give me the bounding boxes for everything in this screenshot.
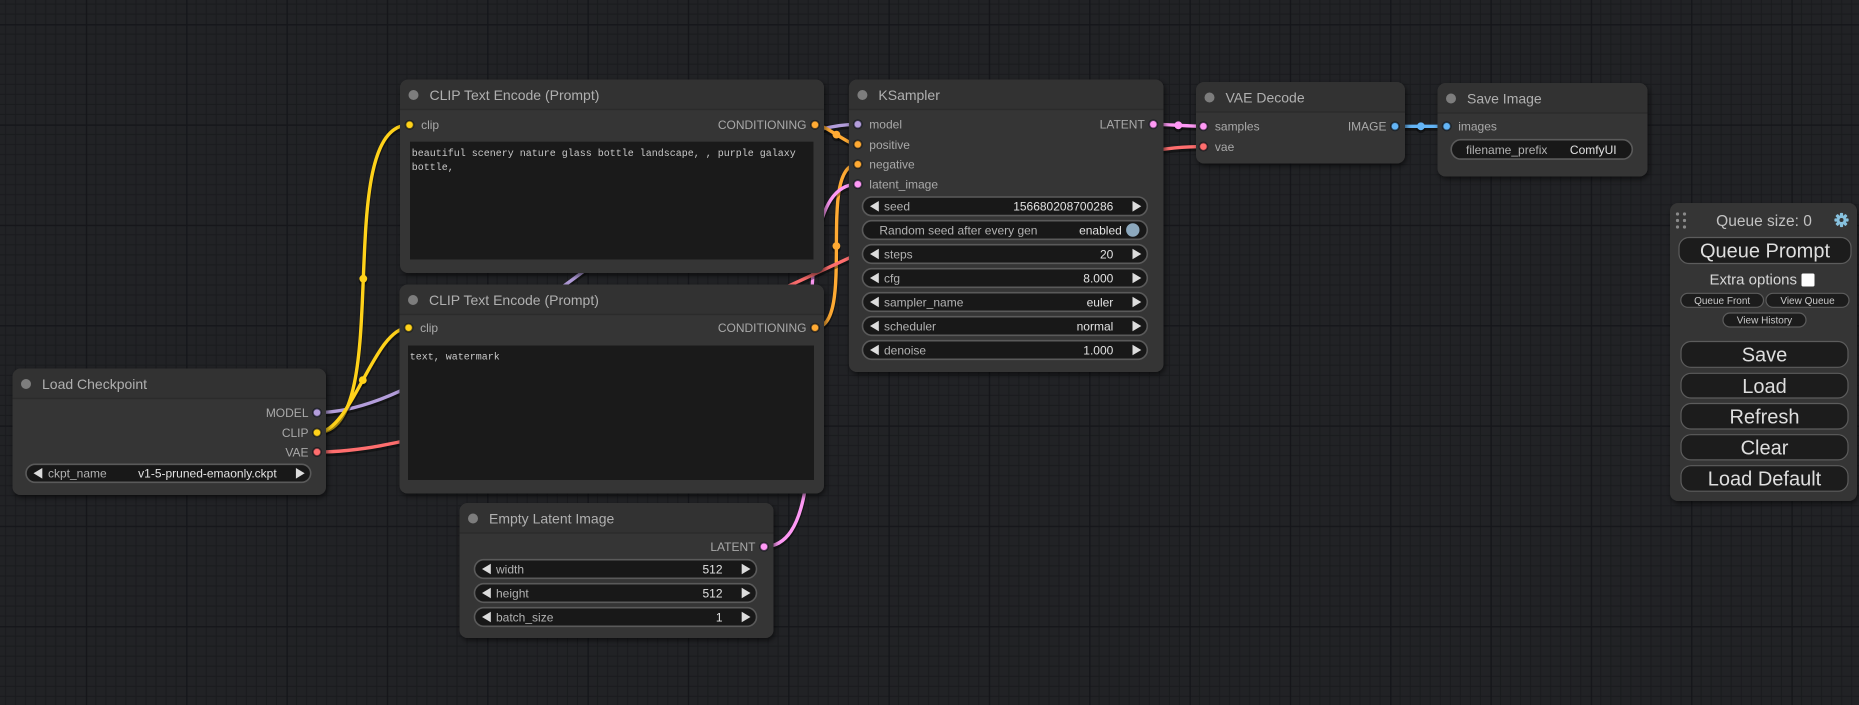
svg-text:Save Image: Save Image: [1467, 90, 1542, 106]
svg-text:VAE Decode: VAE Decode: [1226, 89, 1305, 105]
svg-text:CLIP: CLIP: [282, 426, 309, 440]
svg-text:IMAGE: IMAGE: [1348, 120, 1387, 134]
svg-text:Load: Load: [1742, 376, 1787, 398]
svg-text:512: 512: [702, 586, 722, 600]
svg-text:images: images: [1458, 120, 1497, 134]
svg-text:height: height: [496, 586, 529, 600]
svg-text:clip: clip: [421, 118, 439, 132]
svg-text:Queue size: 0: Queue size: 0: [1716, 213, 1812, 230]
svg-text:CONDITIONING: CONDITIONING: [718, 321, 807, 335]
svg-text:filename_prefix: filename_prefix: [1466, 143, 1547, 157]
svg-text:Load Default: Load Default: [1708, 469, 1822, 491]
svg-text:LATENT: LATENT: [1100, 118, 1146, 132]
svg-text:samples: samples: [1215, 120, 1260, 134]
svg-text:View History: View History: [1737, 316, 1792, 327]
svg-text:ComfyUI: ComfyUI: [1570, 143, 1617, 157]
svg-text:Empty Latent Image: Empty Latent Image: [489, 510, 615, 526]
svg-text:batch_size: batch_size: [496, 610, 554, 624]
svg-text:negative: negative: [869, 158, 915, 172]
svg-text:CLIP Text Encode (Prompt): CLIP Text Encode (Prompt): [429, 292, 599, 308]
svg-text:scheduler: scheduler: [884, 319, 936, 333]
svg-text:clip: clip: [420, 321, 438, 335]
svg-text:model: model: [869, 118, 902, 132]
svg-text:1.000: 1.000: [1083, 343, 1113, 357]
svg-text:enabled: enabled: [1079, 223, 1122, 237]
svg-text:MODEL: MODEL: [266, 406, 309, 420]
svg-text:v1-5-pruned-emaonly.ckpt: v1-5-pruned-emaonly.ckpt: [138, 467, 277, 481]
svg-text:cfg: cfg: [884, 271, 900, 285]
svg-text:CLIP Text Encode (Prompt): CLIP Text Encode (Prompt): [430, 87, 600, 103]
svg-text:bottle,: bottle,: [412, 162, 454, 174]
svg-text:positive: positive: [869, 138, 910, 152]
svg-text:8.000: 8.000: [1083, 271, 1113, 285]
svg-text:normal: normal: [1077, 319, 1114, 333]
svg-text:Random seed after every gen: Random seed after every gen: [879, 223, 1037, 237]
svg-text:denoise: denoise: [884, 343, 926, 357]
svg-text:Save: Save: [1742, 345, 1788, 367]
svg-text:VAE: VAE: [285, 445, 308, 459]
svg-text:Clear: Clear: [1741, 438, 1789, 460]
svg-text:KSampler: KSampler: [878, 87, 940, 103]
svg-text:512: 512: [702, 562, 722, 576]
svg-text:sampler_name: sampler_name: [884, 295, 964, 309]
svg-text:View Queue: View Queue: [1780, 296, 1835, 307]
svg-text:20: 20: [1100, 247, 1114, 261]
svg-text:1: 1: [716, 610, 723, 624]
svg-text:Extra options: Extra options: [1709, 272, 1797, 289]
svg-text:Refresh: Refresh: [1729, 406, 1799, 428]
svg-text:latent_image: latent_image: [869, 178, 938, 192]
svg-text:text, watermark: text, watermark: [410, 352, 500, 364]
svg-text:euler: euler: [1087, 295, 1114, 309]
svg-text:Queue Front: Queue Front: [1694, 296, 1750, 307]
svg-text:CONDITIONING: CONDITIONING: [718, 118, 807, 132]
svg-text:ckpt_name: ckpt_name: [48, 467, 107, 481]
svg-text:LATENT: LATENT: [710, 540, 756, 554]
svg-text:vae: vae: [1215, 140, 1235, 154]
svg-text:Load Checkpoint: Load Checkpoint: [42, 376, 147, 392]
svg-text:Queue Prompt: Queue Prompt: [1700, 241, 1831, 263]
svg-text:156680208700286: 156680208700286: [1013, 200, 1113, 214]
svg-text:width: width: [495, 562, 524, 576]
svg-text:steps: steps: [884, 247, 913, 261]
svg-text:seed: seed: [884, 200, 910, 214]
svg-text:beautiful scenery nature glass: beautiful scenery nature glass bottle la…: [412, 148, 796, 160]
